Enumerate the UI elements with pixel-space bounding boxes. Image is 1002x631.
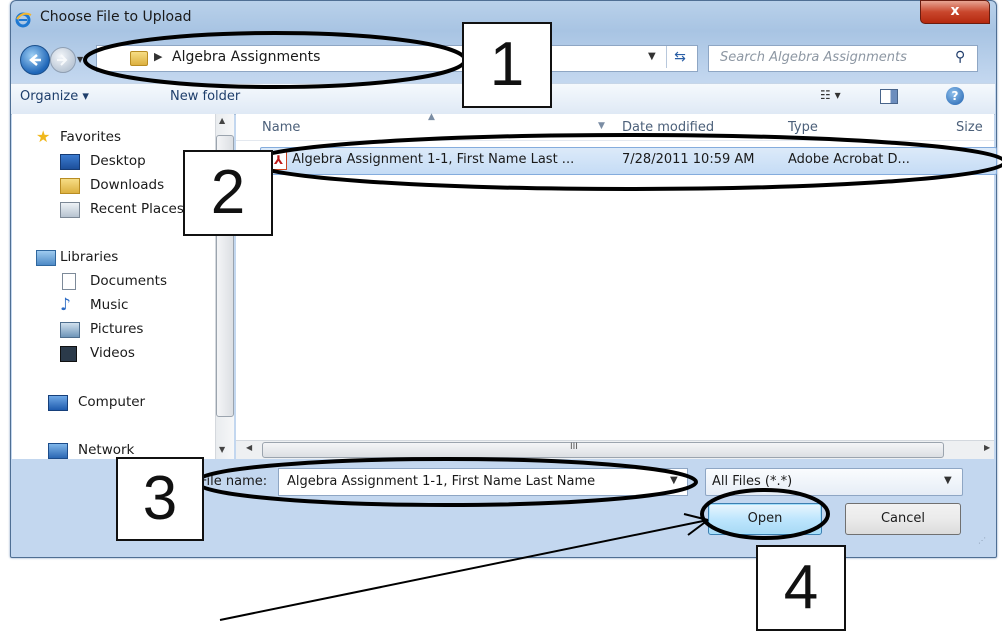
annotation-oval-1 bbox=[83, 31, 467, 89]
annotation-label-4: 4 bbox=[756, 545, 846, 631]
annotation-oval-2 bbox=[249, 133, 1002, 191]
annotation-label-2: 2 bbox=[183, 150, 273, 236]
annotation-arrow bbox=[219, 519, 709, 621]
annotation-label-1: 1 bbox=[462, 22, 552, 108]
annotation-oval-3 bbox=[194, 457, 698, 507]
annotation-label-3: 3 bbox=[116, 457, 204, 541]
annotation-oval-4 bbox=[700, 488, 830, 540]
